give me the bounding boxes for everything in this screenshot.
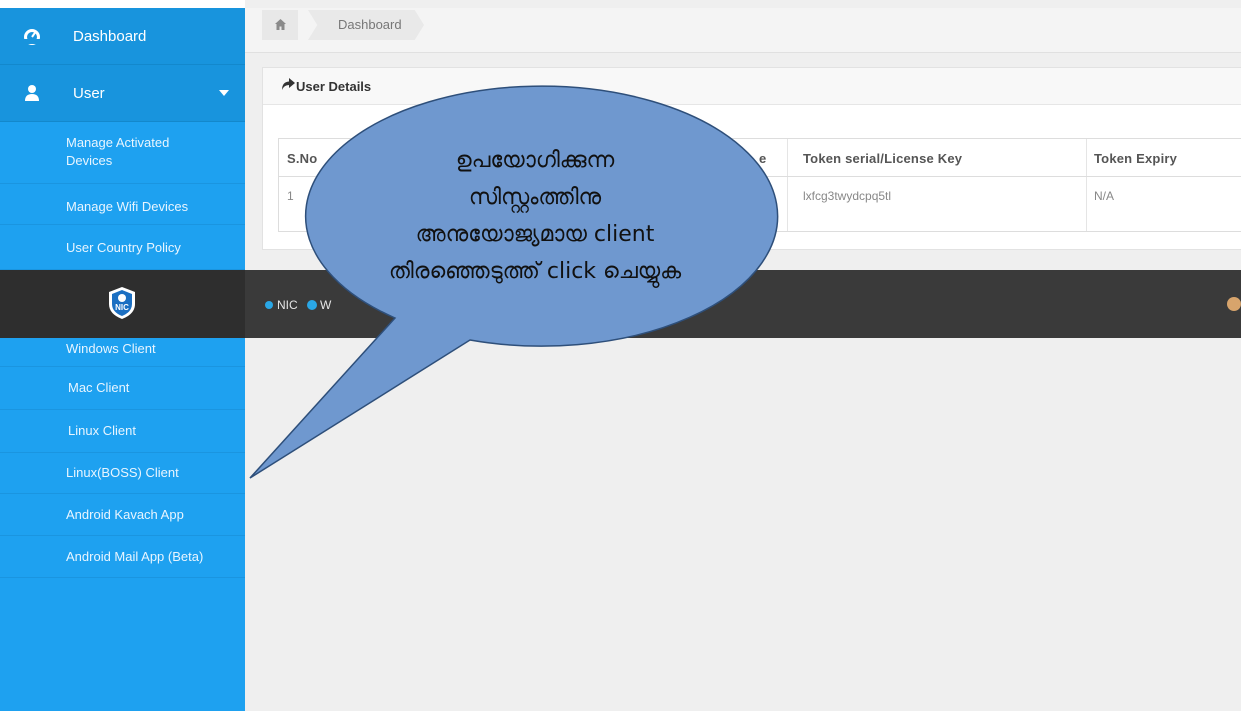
table-header-token-expiry: Token Expiry	[1094, 151, 1178, 166]
sidebar-subitem-linux-client[interactable]: Linux Client	[0, 410, 245, 453]
top-strip	[0, 0, 245, 8]
sidebar-subitem-label: Android Kavach App	[66, 507, 184, 522]
home-icon	[275, 19, 286, 30]
sidebar-item-label: Dashboard	[73, 28, 147, 45]
breadcrumb-current: Dashboard	[338, 17, 402, 32]
footer-nic-link[interactable]: NIC	[277, 298, 298, 312]
sidebar-item-dashboard[interactable]: Dashboard	[0, 8, 245, 65]
callout-text: ഉപയോഗിക്കുന്ന സിസ്റ്റംത്തിനു അനുയോജ്യമായ…	[300, 142, 770, 290]
chevron-down-icon[interactable]	[219, 90, 229, 96]
sidebar-subitem-label: Linux Client	[68, 423, 136, 438]
callout-line: സിസ്റ്റംത്തിനു	[468, 185, 602, 210]
panel-title: User Details	[296, 79, 372, 94]
sidebar-subitem-label: User Country Policy	[66, 240, 181, 255]
footer-second-link[interactable]: W	[320, 298, 331, 312]
table-column-divider	[787, 139, 788, 231]
sidebar-subitem-label: Manage Activated Devices	[66, 135, 170, 168]
sidebar-subitem-mac-client[interactable]: Mac Client	[0, 367, 245, 410]
table-cell-token-expiry: N/A	[1094, 189, 1115, 203]
sidebar-item-user[interactable]: User	[0, 65, 245, 122]
user-icon	[25, 85, 39, 101]
sidebar-subitem-user-country-policy[interactable]: User Country Policy	[0, 225, 245, 270]
globe-icon	[307, 300, 317, 310]
share-arrow-icon	[282, 78, 295, 90]
sidebar-subitem-android-mail-app[interactable]: Android Mail App (Beta)	[0, 536, 245, 578]
table-cell-token-serial: lxfcg3twydcpq5tl	[803, 189, 892, 203]
sidebar-subitem-android-kavach-app[interactable]: Android Kavach App	[0, 494, 245, 536]
table-column-divider	[1086, 139, 1087, 231]
sidebar: Dashboard User Manage Activated Devices …	[0, 8, 245, 711]
nic-dot-icon	[265, 301, 273, 309]
callout-line: തിരഞ്ഞെടുത്ത് click ചെയ്യുക	[388, 259, 682, 284]
sidebar-item-label: User	[73, 85, 105, 102]
sidebar-subitem-manage-wifi-devices[interactable]: Manage Wifi Devices	[0, 184, 245, 225]
breadcrumb-home[interactable]	[262, 10, 298, 40]
panel-header: User Details	[263, 68, 1241, 105]
sidebar-subitem-manage-activated-devices[interactable]: Manage Activated Devices	[0, 122, 245, 184]
footer-logo-area: NIC	[0, 270, 245, 338]
nic-logo-text: NIC	[115, 303, 129, 312]
dashboard-icon	[24, 29, 40, 45]
table-cell-sno: 1	[287, 189, 294, 203]
sidebar-subitem-label: Manage Wifi Devices	[66, 199, 189, 214]
sidebar-subitem-label: Mac Client	[68, 380, 130, 395]
table-header-token-serial: Token serial/License Key	[803, 151, 963, 166]
callout-line: അനുയോജ്യമായ client	[415, 222, 655, 247]
sidebar-subitem-linux-boss-client[interactable]: Linux(BOSS) Client	[0, 453, 245, 494]
sidebar-subitem-label: Linux(BOSS) Client	[66, 465, 179, 480]
sidebar-subitem-label: Android Mail App (Beta)	[66, 549, 204, 564]
callout-line: ഉപയോഗിക്കുന്ന	[455, 148, 615, 173]
avatar[interactable]	[1227, 297, 1241, 311]
nic-logo[interactable]: NIC	[107, 286, 137, 320]
sidebar-subitem-label: Windows Client	[66, 341, 156, 356]
